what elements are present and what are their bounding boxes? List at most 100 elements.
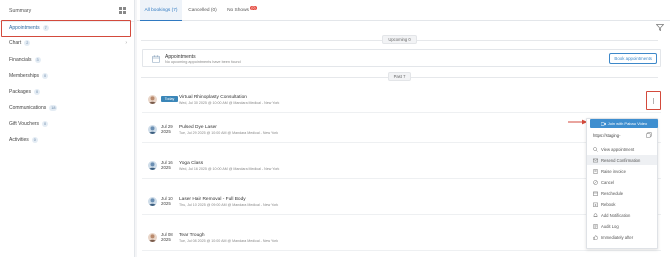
kebab-icon [652, 97, 655, 104]
sidebar-item-financials[interactable]: Financials 3 [9, 57, 41, 63]
count-badge: 3 [34, 57, 41, 63]
booking-title[interactable]: Pulsed Dye Laser [179, 125, 217, 130]
join-video-button[interactable]: Join with Pabau Video [590, 119, 658, 128]
sidebar-item-communications[interactable]: Communications 18 [9, 105, 58, 111]
menu-item-cancel[interactable]: Cancel [587, 177, 657, 187]
menu-item-resend-confirmation[interactable]: Resend Confirmation [587, 155, 657, 165]
date-year: 2025 [161, 237, 171, 242]
booking-title[interactable]: Laser Hair Removal - Full Body [179, 197, 246, 202]
appointments-heading: Appointments [165, 53, 196, 60]
count-badge: 0 [42, 73, 49, 79]
booking-details: Thu, Jul 10 2025 @ 09:00 AM @ Mandara Me… [179, 203, 279, 207]
booking-date: Jul 08 2025 [161, 232, 178, 242]
menu-item-view-appointment[interactable]: View appointment [587, 144, 657, 154]
booking-title[interactable]: Tear Trough [179, 233, 205, 238]
sidebar-item-packages[interactable]: Packages 0 [9, 89, 41, 95]
date-year: 2025 [161, 129, 171, 134]
count-badge: 2 [24, 40, 31, 46]
sidebar-item-chart[interactable]: Chart 2 [9, 40, 31, 46]
today-tag: Today [161, 96, 178, 102]
past-label: Past 7 [387, 72, 412, 81]
filter-icon[interactable] [656, 24, 664, 31]
menu-item-label: Reschedule [601, 190, 624, 196]
tab-bar: All bookings (7) Cancelled (0) No Shows … [137, 0, 670, 21]
book-appointments-button[interactable]: Book appointments [609, 53, 657, 64]
search-icon [593, 146, 598, 152]
no-shows-badge: (0) [249, 5, 257, 10]
tab-label: All bookings (7) [144, 7, 178, 13]
booking-actions-menu: Join with Pabau Video https://staging- V… [586, 118, 658, 249]
menu-item-reschedule[interactable]: Reschedule [587, 188, 657, 198]
log-icon [593, 223, 598, 229]
avatar [148, 197, 157, 206]
booking-details: Wed, Jul 16 2025 @ 10:00 AM @ Mandara Me… [179, 167, 280, 171]
date-year: 2025 [161, 165, 171, 170]
menu-item-label: Audit Log [601, 223, 619, 229]
sidebar-item-label: Communications [9, 105, 47, 111]
count-badge: 0 [42, 121, 49, 127]
tab-all-bookings[interactable]: All bookings (7) [140, 0, 182, 21]
bell-icon [593, 213, 598, 217]
menu-item-rebook[interactable]: Rebook [587, 199, 657, 209]
avatar [148, 233, 157, 242]
booking-date: Jul 16 2025 [161, 160, 178, 170]
booking-row[interactable]: Today Virtual Rhinoplasty Consultation W… [142, 87, 661, 113]
sidebar-item-label: Activities [9, 137, 29, 143]
booking-details: Tue, Jul 29 2025 @ 10:00 AM @ Mandara Me… [179, 131, 279, 135]
booking-row[interactable]: Jul 16 2025 Yoga Class Wed, Jul 16 2025 … [142, 153, 661, 179]
tab-cancelled[interactable]: Cancelled (0) [185, 0, 220, 21]
count-badge: 18 [49, 105, 58, 111]
mail-icon [593, 158, 598, 162]
highlight-frame [1, 20, 131, 37]
summary-label[interactable]: Summary [9, 8, 31, 14]
booking-details: Tue, Jul 08 2025 @ 10:00 AM @ Mandara Me… [179, 239, 279, 243]
menu-item-label: Resend Confirmation [601, 157, 641, 163]
tab-label: Cancelled (0) [188, 8, 217, 13]
calendar-icon [152, 55, 160, 63]
booking-row[interactable]: Jul 08 2025 Tear Trough Tue, Jul 08 2025… [142, 225, 661, 251]
menu-item-audit-log[interactable]: Audit Log [587, 221, 657, 231]
booking-details: Wed, Jul 30 2025 @ 10:00 AM @ Mandara Me… [179, 101, 280, 105]
menu-item-add-notification[interactable]: Add Notification [587, 210, 657, 220]
booking-row[interactable]: Jul 10 2025 Laser Hair Removal - Full Bo… [142, 189, 661, 215]
menu-item-label: Cancel [601, 179, 615, 185]
sidebar-item-activities[interactable]: Activities 0 [9, 137, 38, 143]
copy-icon[interactable] [646, 132, 652, 138]
avatar [148, 95, 157, 104]
past-divider: Past 7 [137, 72, 662, 81]
calendar-icon [593, 191, 598, 196]
chevron-right-icon[interactable]: › [125, 40, 127, 46]
avatar [148, 161, 157, 170]
menu-item-label: Immediately after [601, 234, 634, 240]
grid-icon[interactable] [118, 7, 126, 15]
meeting-link[interactable]: https://staging- [593, 133, 620, 138]
video-icon [600, 121, 606, 126]
tab-label: No Shows [227, 8, 249, 13]
menu-item-label: Raise invoice [601, 168, 626, 174]
menu-item-immediately-after[interactable]: Immediately after [587, 232, 657, 242]
booking-title[interactable]: Yoga Class [179, 161, 203, 166]
sidebar-item-memberships[interactable]: Memberships 0 [9, 73, 49, 79]
count-badge: 0 [33, 89, 41, 95]
menu-item-raise-invoice[interactable]: Raise invoice [587, 166, 657, 176]
join-video-label: Join with Pabau Video [607, 121, 648, 126]
invoice-icon [593, 168, 598, 174]
upcoming-label: Upcoming 0 [382, 35, 417, 44]
booking-date: Jul 29 2025 [161, 124, 178, 134]
tab-no-shows[interactable]: No Shows (0) [225, 0, 259, 21]
menu-item-label: Rebook [601, 201, 616, 207]
menu-item-label: View appointment [601, 146, 635, 152]
rebook-icon [593, 202, 598, 207]
booking-title[interactable]: Virtual Rhinoplasty Consultation [179, 95, 247, 100]
count-badge: 0 [31, 137, 38, 143]
sidebar-item-label: Chart [9, 40, 22, 46]
sidebar-item-label: Gift Vouchers [9, 121, 40, 127]
pointer-arrow-icon [568, 119, 588, 125]
date-year: 2025 [161, 201, 171, 206]
menu-item-label: Add Notification [601, 212, 631, 218]
sidebar-item-gift-vouchers[interactable]: Gift Vouchers 0 [9, 121, 49, 127]
more-options-button[interactable] [646, 91, 661, 110]
thumb-icon [593, 234, 598, 240]
avatar [148, 125, 157, 134]
sidebar-item-label: Financials [9, 57, 32, 63]
